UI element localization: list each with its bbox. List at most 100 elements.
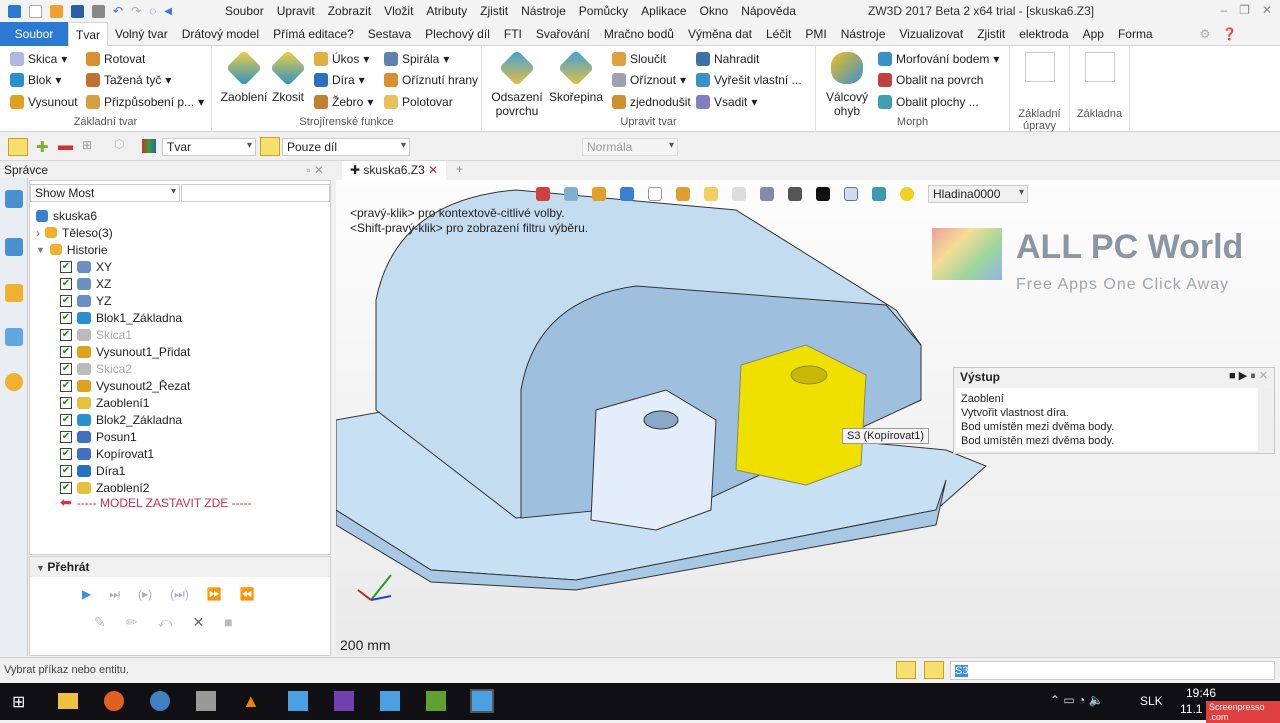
collapse-menu-icon[interactable]: ◀: [164, 6, 172, 17]
visibility-checkbox[interactable]: ✔: [60, 430, 72, 443]
section-icon[interactable]: [760, 187, 774, 201]
tab-pmi[interactable]: PMI: [798, 22, 833, 46]
tab-soubor[interactable]: Soubor: [0, 21, 68, 46]
oriznuti-hrany-button[interactable]: Oříznutí hrany: [384, 73, 478, 87]
menu-vlozit[interactable]: Vložit: [384, 4, 413, 18]
menu-zjistit[interactable]: Zjistit: [480, 4, 508, 18]
tree-item[interactable]: ✔ Posun1: [60, 428, 360, 445]
remove-icon[interactable]: ▬: [58, 137, 73, 154]
language-indicator[interactable]: SLK: [1140, 694, 1163, 708]
refresh-icon[interactable]: ◌: [149, 4, 156, 18]
ukos-button[interactable]: Úkos ▾: [314, 52, 369, 66]
menu-soubor[interactable]: Soubor: [225, 4, 264, 18]
save-icon[interactable]: [71, 4, 84, 18]
obalit-na-povrch-button[interactable]: Obalit na povrch: [878, 73, 983, 87]
prizpusobeni-button[interactable]: Přizpůsobení p... ▾: [86, 95, 204, 109]
tree-item[interactable]: ✔ Vysunout1_Přidat: [60, 343, 360, 360]
zakladna-button[interactable]: Základna: [1070, 46, 1130, 132]
tray-icons[interactable]: ⌃ ▭ ◔ 🔈: [1050, 693, 1104, 707]
vsadit-button[interactable]: Vsadit ▾: [696, 95, 757, 109]
tree-item[interactable]: ✔ XY: [60, 258, 360, 275]
redo-icon[interactable]: ↷: [131, 4, 141, 18]
tab-prima-editace[interactable]: Přímá editace?: [266, 22, 361, 46]
visibility-checkbox[interactable]: ✔: [60, 311, 72, 324]
menu-okno[interactable]: Okno: [700, 4, 729, 18]
clock-date[interactable]: 11.1: [1180, 702, 1202, 716]
tab-vizualizovat[interactable]: Vizualizovat: [892, 22, 970, 46]
vysunout-button[interactable]: Vysunout: [10, 95, 78, 109]
step-all-icon[interactable]: (⏭): [170, 587, 189, 602]
list-mode-icon[interactable]: [924, 661, 944, 679]
close-tab-icon[interactable]: ✕: [425, 163, 438, 177]
normal-select[interactable]: Normála: [582, 138, 678, 156]
layer-manager-icon[interactable]: [872, 187, 886, 201]
rotovat-button[interactable]: Rotovat: [86, 52, 145, 66]
clock-time[interactable]: 19:46: [1186, 686, 1216, 700]
zw3d-active-icon[interactable]: [470, 689, 494, 713]
zjednodusit-button[interactable]: zjednodušit: [612, 95, 691, 109]
skorepina-button[interactable]: Skořepina: [548, 49, 604, 104]
frame-icon[interactable]: [844, 187, 858, 201]
morfovani-bodem-button[interactable]: Morfování bodem ▾: [878, 52, 999, 66]
file-explorer-icon[interactable]: [58, 693, 78, 709]
valcovy-ohyb-button[interactable]: Válcový ohyb: [822, 52, 872, 118]
tab-volny-tvar[interactable]: Volný tvar: [108, 22, 175, 46]
visibility-checkbox[interactable]: ✔: [60, 464, 72, 477]
pencil-icon[interactable]: ✏: [126, 614, 138, 631]
tab-zjistit[interactable]: Zjistit: [970, 22, 1012, 46]
nahradit-button[interactable]: Nahradit: [696, 52, 759, 66]
app-icon[interactable]: [196, 691, 216, 711]
tab-sestava[interactable]: Sestava: [361, 22, 418, 46]
tazena-tyc-button[interactable]: Tažená tyč ▾: [86, 73, 171, 87]
render-icon[interactable]: [704, 187, 718, 201]
zw3d-icon[interactable]: [288, 691, 308, 711]
windows-start-icon[interactable]: ⊞: [12, 692, 25, 712]
menu-pomucky[interactable]: Pomůcky: [579, 4, 628, 18]
menu-upravit[interactable]: Upravit: [277, 4, 315, 18]
tab-forma[interactable]: Forma: [1111, 22, 1160, 46]
vyresit-vlastni-button[interactable]: Vyřešit vlastní ...: [696, 73, 802, 87]
menu-atributy[interactable]: Atributy: [426, 4, 467, 18]
tab-plechovy-dil[interactable]: Plechový díl: [418, 22, 497, 46]
pick-filter-icon[interactable]: ⊞: [82, 138, 92, 152]
shading-icon[interactable]: [676, 187, 690, 201]
edit-icon[interactable]: ✎: [94, 614, 106, 631]
filter-icon[interactable]: [142, 139, 156, 153]
visibility-checkbox[interactable]: ✔: [60, 379, 72, 392]
spirala-button[interactable]: Spirála ▾: [384, 52, 449, 66]
skica-button[interactable]: Skica ▾: [10, 52, 67, 66]
tree-search-input[interactable]: [181, 184, 330, 202]
app-icon[interactable]: [426, 691, 446, 711]
tree-item[interactable]: ✔ Skica1: [60, 326, 360, 343]
wireframe-icon[interactable]: [648, 187, 662, 201]
menu-zobrazit[interactable]: Zobrazit: [328, 4, 371, 18]
select-pointer-icon[interactable]: [8, 138, 28, 156]
vlc-icon[interactable]: ▲: [242, 691, 260, 712]
app-icon[interactable]: [150, 691, 170, 711]
zakladni-upravy-button[interactable]: Základní úpravy: [1010, 46, 1070, 132]
new-tab-icon[interactable]: +: [456, 162, 463, 176]
settings-icon[interactable]: ⚙: [1200, 27, 1211, 41]
visibility-checkbox[interactable]: ✔: [60, 277, 72, 290]
blok-button[interactable]: Blok ▾: [10, 73, 61, 87]
help-icon[interactable]: ❓: [1222, 27, 1237, 41]
view-icon[interactable]: [564, 187, 578, 201]
play-icon[interactable]: ▶: [82, 587, 91, 602]
tree-item[interactable]: ✔ Skica2: [60, 360, 360, 377]
oriznout-button[interactable]: Oříznout ▾: [612, 73, 686, 87]
obalit-plochy-button[interactable]: Obalit plochy ...: [878, 95, 979, 109]
zebro-button[interactable]: Žebro ▾: [314, 95, 373, 109]
hexagon-icon[interactable]: ⬡: [114, 137, 124, 151]
play-icon[interactable]: ▶: [1239, 370, 1247, 382]
tree-item[interactable]: ✔ Blok1_Základna: [60, 309, 360, 326]
open-file-icon[interactable]: [50, 4, 63, 18]
undo-icon[interactable]: ↶: [113, 4, 123, 18]
scope-select[interactable]: Pouze díl: [282, 138, 410, 156]
restore-icon[interactable]: ❐: [1239, 3, 1250, 17]
view-icon[interactable]: [536, 187, 550, 201]
rollback-icon[interactable]: ⤺: [157, 614, 172, 631]
menu-napoveda[interactable]: Nápověda: [741, 4, 796, 18]
image-icon[interactable]: [5, 328, 23, 346]
firefox-icon[interactable]: [104, 691, 124, 711]
visibility-checkbox[interactable]: ✔: [60, 294, 72, 307]
